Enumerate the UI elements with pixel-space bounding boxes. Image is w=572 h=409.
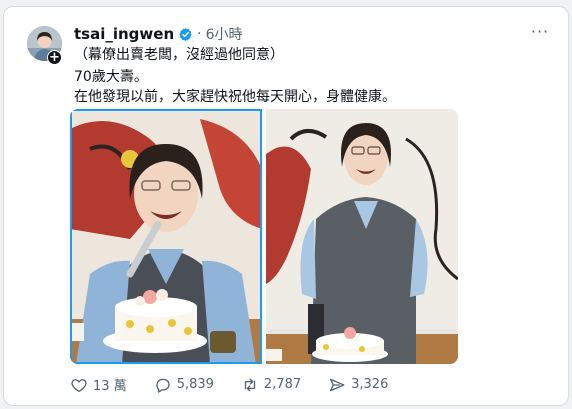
like-button[interactable]: 13 萬 (70, 375, 127, 394)
share-count: 3,326 (351, 377, 389, 392)
more-options-icon[interactable]: ··· (528, 22, 552, 42)
heart-icon (71, 378, 87, 392)
reply-count: 5,839 (176, 377, 214, 392)
post-card[interactable]: + tsai_ingwen · 6小時 ··· （幕僚出賣老闆，沒經過他同意） … (3, 6, 569, 406)
repost-button[interactable]: 2,787 (241, 376, 301, 394)
media-grid (70, 109, 458, 364)
follow-plus-icon[interactable]: + (47, 50, 62, 65)
post-text-line: 70歲大壽。 (74, 69, 148, 85)
share-button[interactable]: 3,326 (328, 376, 388, 394)
separator-dot: · (197, 26, 202, 42)
username[interactable]: tsai_ingwen (74, 25, 174, 43)
photo-cake-cutting[interactable] (70, 109, 262, 364)
photo-standing-with-cake[interactable] (266, 109, 458, 364)
post-text-line: 在他發現以前，大家趕快祝他每天開心，身體健康。 (74, 89, 396, 105)
reply-button[interactable]: 5,839 (154, 376, 214, 394)
post-header: tsai_ingwen · 6小時 (74, 24, 243, 44)
verified-badge-icon (178, 27, 193, 42)
repost-icon (244, 378, 256, 391)
repost-count: 2,787 (263, 377, 302, 392)
action-bar: 13 萬 5,839 2,787 3,326 (70, 375, 415, 394)
like-count: 13 萬 (93, 379, 127, 394)
post-text-line: （幕僚出賣老闆，沒經過他同意） (74, 47, 284, 63)
share-arrow-icon (330, 378, 345, 391)
reply-icon (156, 378, 170, 393)
post-time[interactable]: 6小時 (206, 24, 243, 44)
